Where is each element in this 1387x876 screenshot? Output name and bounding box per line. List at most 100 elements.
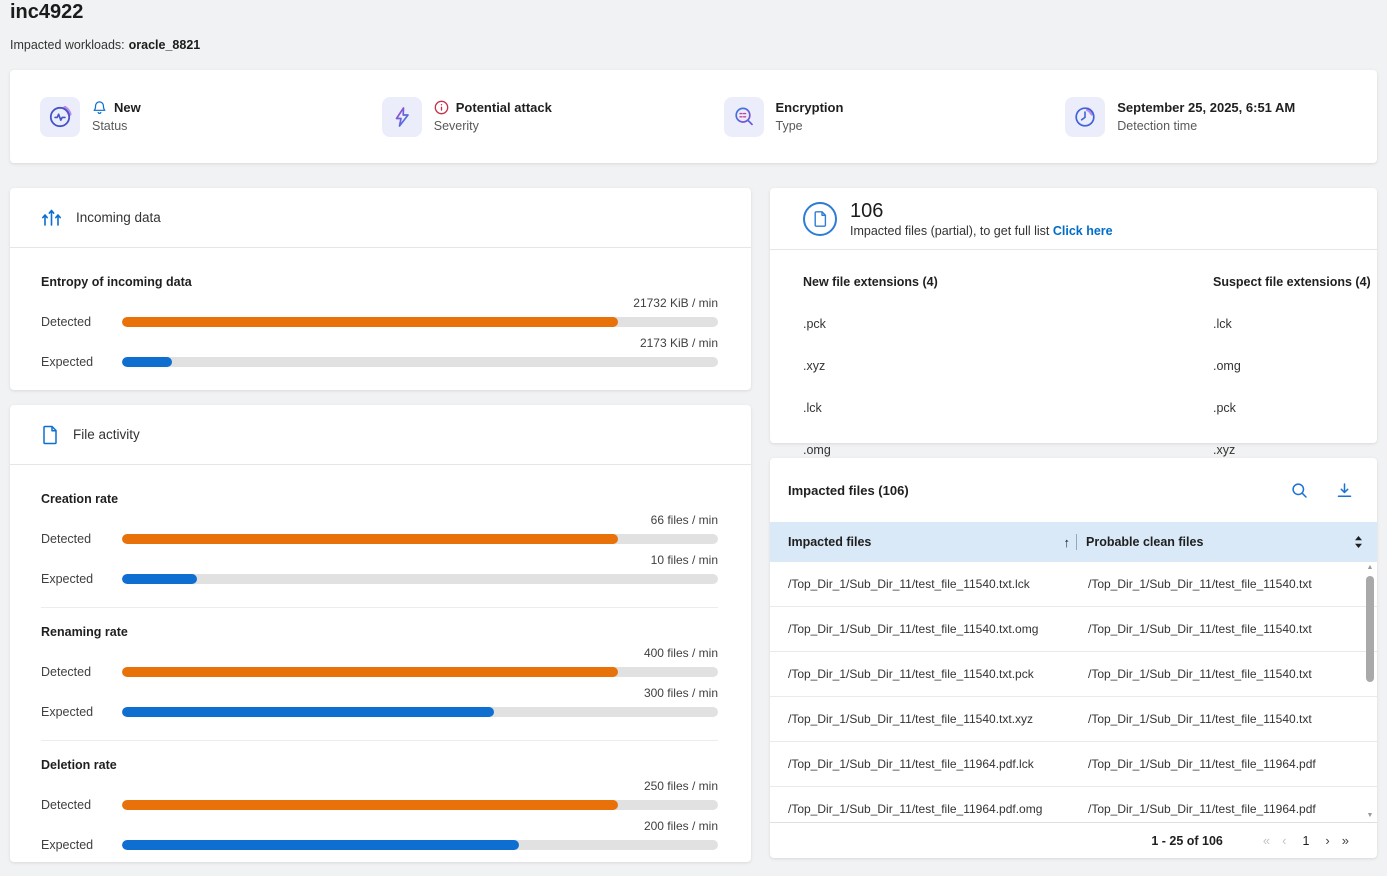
detection-time-label: Detection time (1117, 119, 1295, 133)
expected-label: Expected (41, 572, 122, 586)
table-row: /Top_Dir_1/Sub_Dir_11/test_file_11540.tx… (770, 562, 1377, 607)
file-circle-icon (803, 202, 837, 236)
first-page-button[interactable]: « (1257, 833, 1276, 848)
incoming-data-card: Incoming data Entropy of incoming data 2… (10, 188, 751, 390)
table-row: /Top_Dir_1/Sub_Dir_11/test_file_11540.tx… (770, 652, 1377, 697)
expected-value: 200 files / min (41, 819, 718, 833)
table-row: /Top_Dir_1/Sub_Dir_11/test_file_11964.pd… (770, 742, 1377, 787)
incoming-data-title: Incoming data (76, 210, 161, 225)
detected-label: Detected (41, 532, 122, 546)
metric-creation-rate: Creation rate 66 files / min Detected 10… (41, 492, 718, 586)
impacted-file-cell: /Top_Dir_1/Sub_Dir_11/test_file_11540.tx… (770, 712, 1088, 726)
column-impacted-files[interactable]: Impacted files ↑ (770, 535, 1070, 550)
impacted-workloads: Impacted workloads: oracle_8821 (10, 38, 200, 52)
metric-renaming-rate: Renaming rate 400 files / min Detected 3… (41, 625, 718, 719)
metric-name: Entropy of incoming data (41, 275, 718, 289)
pagination-range: 1 - 25 of 106 (1151, 834, 1223, 848)
file-activity-card: File activity Creation rate 66 files / m… (10, 405, 751, 862)
clean-file-cell: /Top_Dir_1/Sub_Dir_11/test_file_11540.tx… (1088, 667, 1377, 681)
severity-label: Severity (434, 119, 552, 133)
impacted-workloads-value: oracle_8821 (129, 38, 201, 52)
expected-bar (122, 707, 718, 717)
column-probable-clean-files[interactable]: Probable clean files (1086, 535, 1363, 549)
file-icon (41, 424, 59, 445)
table-row: /Top_Dir_1/Sub_Dir_11/test_file_11964.pd… (770, 787, 1377, 822)
sort-both-icon[interactable] (1354, 535, 1363, 549)
status-item-detection-time: September 25, 2025, 6:51 AM Detection ti… (1035, 97, 1377, 137)
extension-item: .lck (803, 401, 1213, 415)
clean-file-cell: /Top_Dir_1/Sub_Dir_11/test_file_11540.tx… (1088, 577, 1377, 591)
clean-file-cell: /Top_Dir_1/Sub_Dir_11/test_file_11540.tx… (1088, 622, 1377, 636)
status-value: New (114, 100, 141, 115)
metric-deletion-rate: Deletion rate 250 files / min Detected 2… (41, 758, 718, 852)
encryption-scan-icon (724, 97, 764, 137)
metric-name: Renaming rate (41, 625, 718, 639)
type-value: Encryption (776, 100, 844, 115)
detected-bar (122, 534, 718, 544)
click-here-link[interactable]: Click here (1053, 224, 1113, 238)
current-page[interactable]: 1 (1302, 834, 1309, 848)
new-extensions-list: New file extensions (4) .pck .xyz .lck .… (803, 275, 1213, 457)
scrollbar-down-icon[interactable]: ▼ (1365, 812, 1375, 820)
impacted-file-cell: /Top_Dir_1/Sub_Dir_11/test_file_11540.tx… (770, 667, 1088, 681)
search-icon[interactable] (1291, 482, 1308, 499)
scrollbar-thumb[interactable] (1366, 576, 1374, 682)
impacted-files-count: 106 (850, 200, 1113, 222)
extension-item: .omg (803, 443, 1213, 457)
table-pagination: 1 - 25 of 106 « ‹ 1 › » (770, 822, 1377, 858)
detected-bar (122, 800, 718, 810)
detection-time-value: September 25, 2025, 6:51 AM (1117, 100, 1295, 115)
clean-file-cell: /Top_Dir_1/Sub_Dir_11/test_file_11964.pd… (1088, 757, 1377, 771)
impacted-files-caption: Impacted files (partial), to get full li… (850, 224, 1113, 238)
status-item-status: New Status (10, 97, 352, 137)
status-strip: New Status Pot (10, 70, 1377, 163)
severity-value: Potential attack (456, 100, 552, 115)
clean-file-cell: /Top_Dir_1/Sub_Dir_11/test_file_11964.pd… (1088, 802, 1377, 816)
metric-entropy: Entropy of incoming data 21732 KiB / min… (41, 275, 718, 369)
previous-page-button[interactable]: ‹ (1276, 833, 1292, 848)
last-page-button[interactable]: » (1336, 833, 1355, 848)
impacted-file-cell: /Top_Dir_1/Sub_Dir_11/test_file_11964.pd… (770, 757, 1088, 771)
incoming-data-icon (41, 207, 62, 228)
extension-item: .xyz (803, 359, 1213, 373)
status-label: Status (92, 119, 141, 133)
download-icon[interactable] (1336, 482, 1353, 499)
detected-bar (122, 317, 718, 327)
extension-item: .xyz (1213, 443, 1377, 457)
table-column-header: Impacted files ↑ Probable clean files (770, 522, 1377, 562)
detected-bar (122, 667, 718, 677)
lightning-icon (382, 97, 422, 137)
expected-label: Expected (41, 838, 122, 852)
extension-item: .pck (803, 317, 1213, 331)
detected-label: Detected (41, 665, 122, 679)
status-item-severity: Potential attack Severity (352, 97, 694, 137)
detected-value: 250 files / min (41, 779, 718, 793)
impacted-file-cell: /Top_Dir_1/Sub_Dir_11/test_file_11540.tx… (770, 577, 1088, 591)
impacted-file-cell: /Top_Dir_1/Sub_Dir_11/test_file_11540.tx… (770, 622, 1088, 636)
file-activity-title: File activity (73, 427, 140, 442)
status-item-type: Encryption Type (694, 97, 1036, 137)
expected-value: 10 files / min (41, 553, 718, 567)
scrollbar-up-icon[interactable]: ▲ (1365, 564, 1375, 572)
detected-value: 21732 KiB / min (41, 296, 718, 310)
metric-name: Creation rate (41, 492, 718, 506)
table-scrollbar[interactable]: ▲ ▼ (1365, 564, 1375, 820)
metric-name: Deletion rate (41, 758, 718, 772)
table-body: /Top_Dir_1/Sub_Dir_11/test_file_11540.tx… (770, 562, 1377, 822)
clean-file-cell: /Top_Dir_1/Sub_Dir_11/test_file_11540.tx… (1088, 712, 1377, 726)
suspect-extensions-list: Suspect file extensions (4) .lck .omg .p… (1213, 275, 1377, 457)
impacted-files-table-card: Impacted files (106) Impacted files ↑ (770, 458, 1377, 858)
expected-bar (122, 840, 718, 850)
activity-icon (40, 97, 80, 137)
expected-bar (122, 574, 718, 584)
expected-bar (122, 357, 718, 367)
impacted-workloads-label: Impacted workloads: (10, 38, 125, 52)
clock-icon (1065, 97, 1105, 137)
expected-value: 300 files / min (41, 686, 718, 700)
next-page-button[interactable]: › (1319, 833, 1335, 848)
expected-label: Expected (41, 355, 122, 369)
sort-ascending-icon[interactable]: ↑ (1064, 535, 1071, 550)
impacted-file-cell: /Top_Dir_1/Sub_Dir_11/test_file_11964.pd… (770, 802, 1088, 816)
detected-value: 66 files / min (41, 513, 718, 527)
severity-info-icon (434, 100, 449, 115)
